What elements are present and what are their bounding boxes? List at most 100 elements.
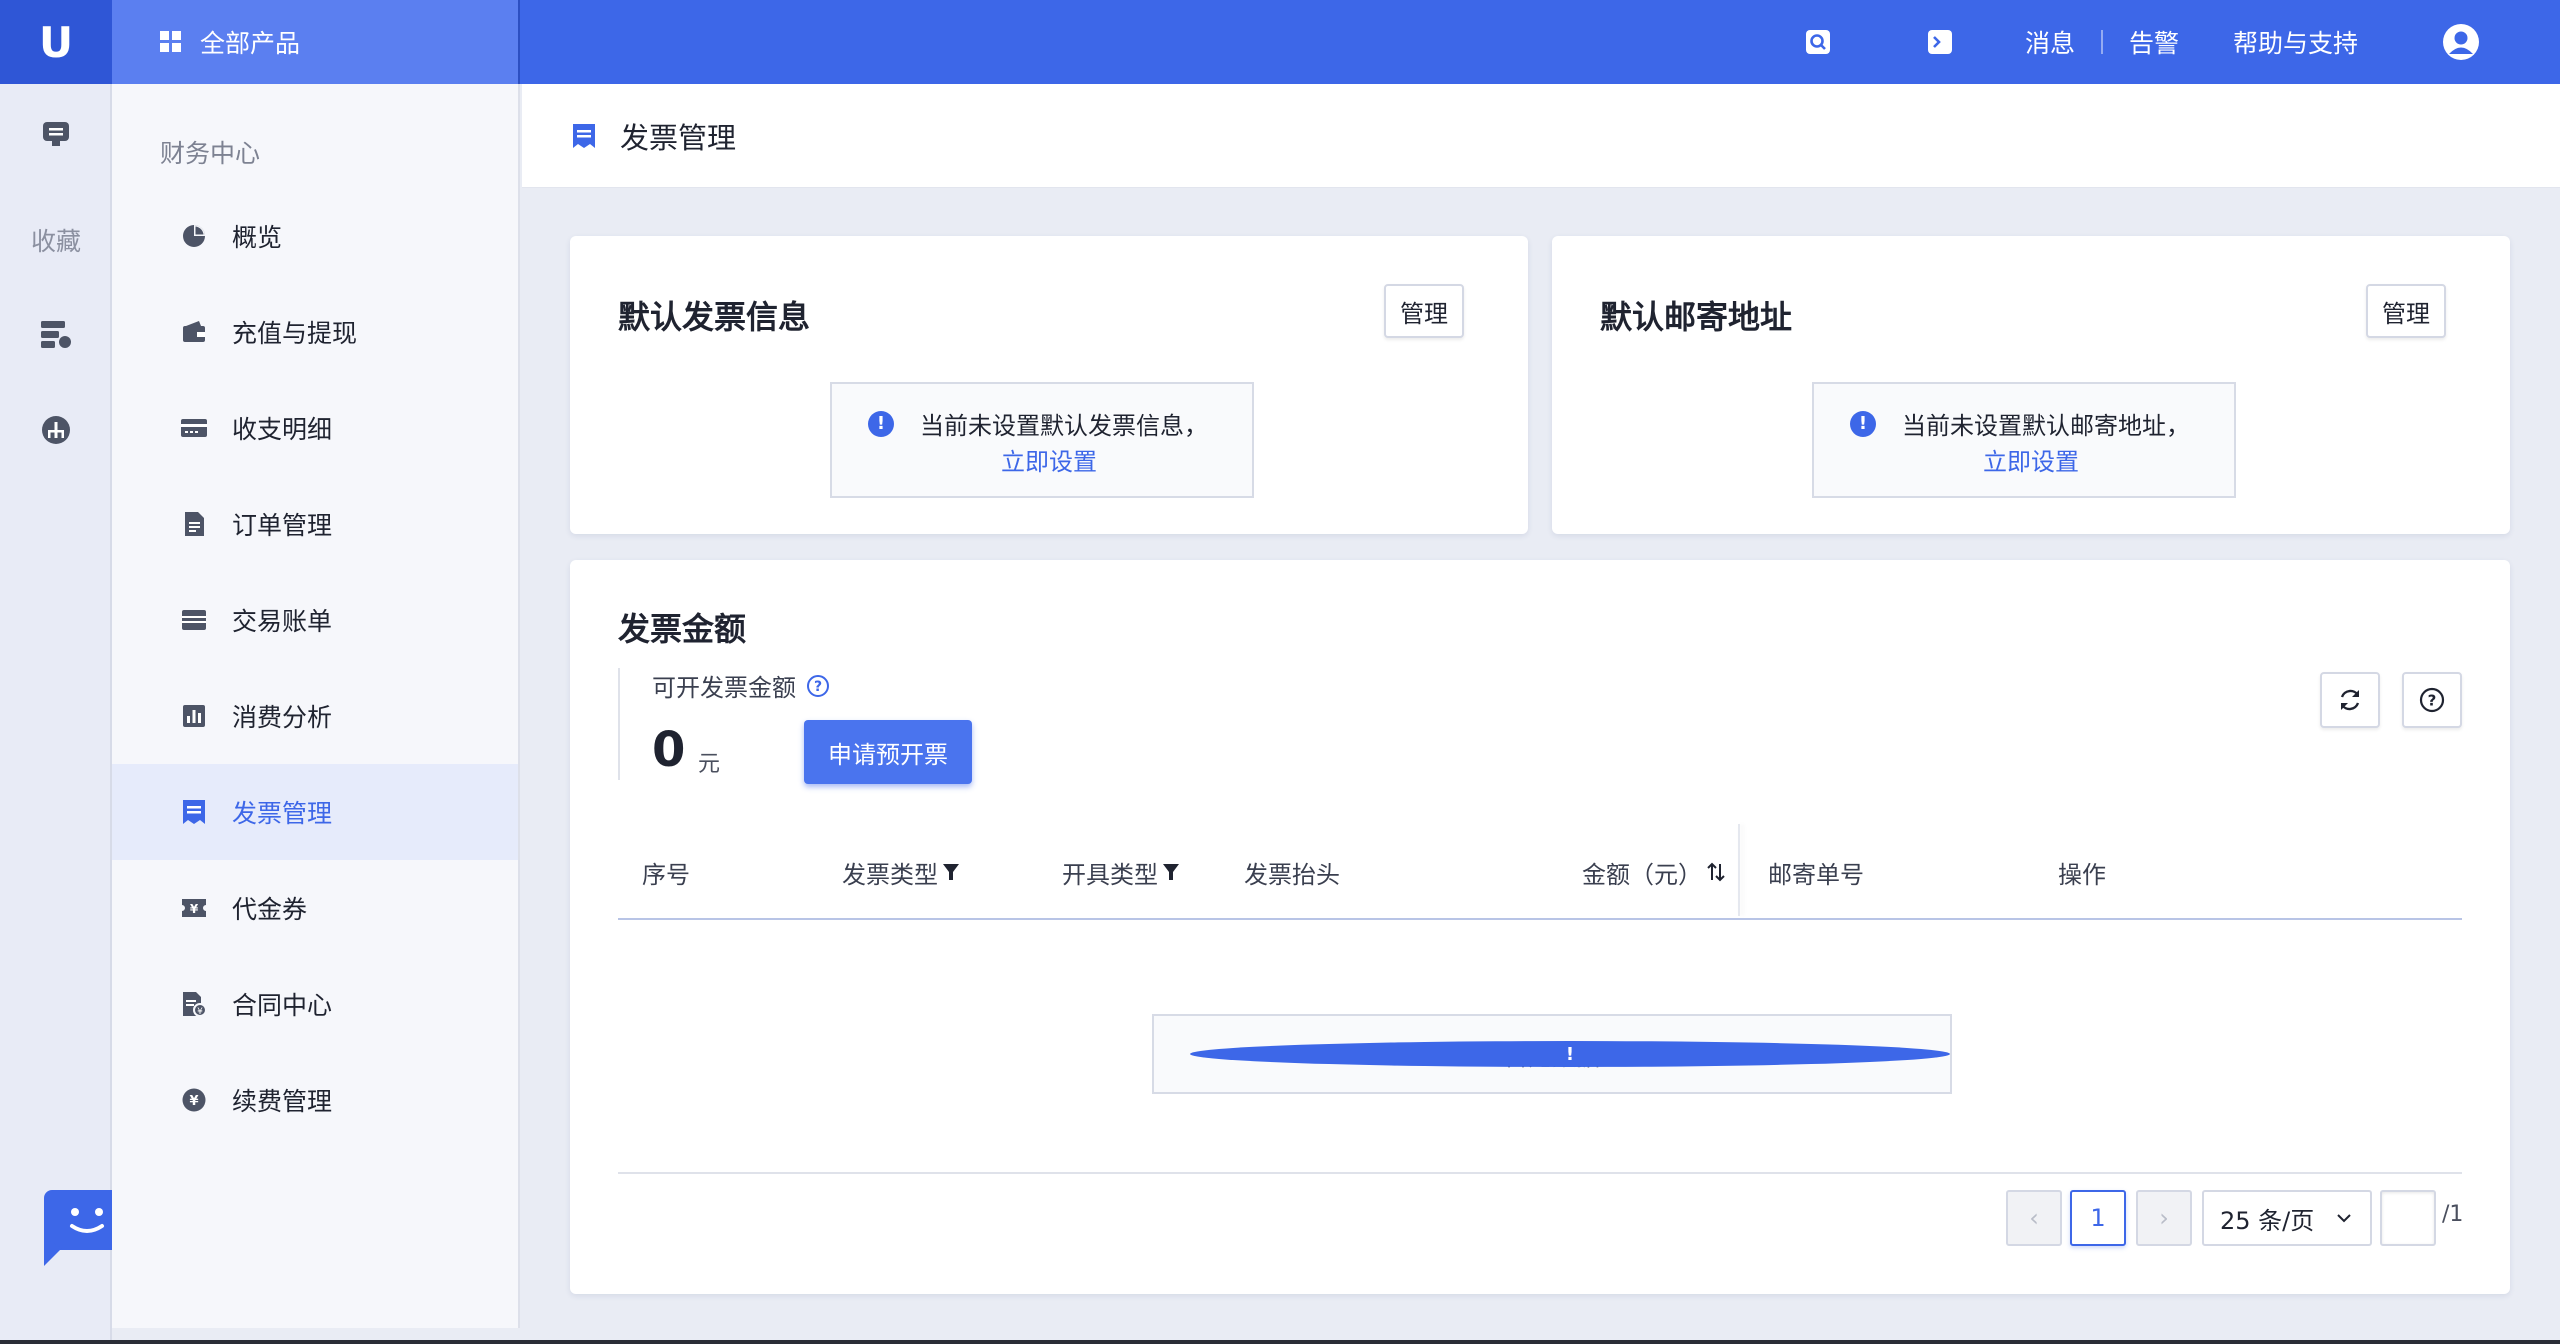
avatar-icon <box>2443 24 2479 60</box>
page-size-value: 25 条/页 <box>2220 1206 2315 1235</box>
bill-icon <box>182 610 206 630</box>
left-rail: 收藏 <box>0 84 130 1344</box>
rail-network-button[interactable] <box>0 414 112 446</box>
col-tracking-number: 邮寄单号 <box>1768 860 1864 889</box>
filter-icon[interactable] <box>1162 862 1180 882</box>
rail-server-button[interactable] <box>0 318 112 350</box>
card-title: 默认发票信息 <box>618 298 811 336</box>
logo-text: U <box>38 17 74 67</box>
col-amount[interactable]: 金额（元） <box>1582 824 1726 920</box>
logo[interactable]: U <box>0 0 112 84</box>
voucher-icon: ¥ <box>182 899 206 917</box>
card-title: 发票金额 <box>618 610 747 648</box>
all-products-label: 全部产品 <box>200 29 301 58</box>
svg-text:?: ? <box>814 679 822 695</box>
sort-icon[interactable] <box>1706 860 1726 884</box>
rail-favorites[interactable]: 收藏 <box>0 222 112 258</box>
yen-circle-icon: ¥ <box>182 1088 206 1112</box>
help-link[interactable]: 帮助与支持 <box>2233 24 2358 60</box>
search-icon <box>1805 30 1830 54</box>
default-address-card: 默认邮寄地址 管理 ! 当前未设置默认邮寄地址， 立即设置 <box>1552 236 2510 534</box>
divider <box>2100 30 2103 54</box>
next-page-button[interactable]: › <box>2136 1190 2192 1246</box>
server-cloud-icon <box>41 321 71 348</box>
col-issue-type[interactable]: 开具类型 <box>1062 824 1180 920</box>
svg-text:¥: ¥ <box>190 902 199 916</box>
network-icon <box>42 416 70 444</box>
search-button[interactable] <box>1805 29 1831 55</box>
default-invoice-card: 默认发票信息 管理 ! 当前未设置默认发票信息， 立即设置 <box>570 236 1528 534</box>
console-button[interactable] <box>1927 29 1953 55</box>
rail-message-button[interactable] <box>0 118 112 150</box>
col-index: 序号 <box>642 860 690 889</box>
svg-text:¥: ¥ <box>189 1094 198 1109</box>
help-button[interactable]: ? <box>2402 672 2462 728</box>
sidebar-item-recharge[interactable]: 充值与提现 <box>112 284 518 380</box>
notice-text: 当前未设置默认发票信息， <box>920 412 1208 440</box>
page-1-button[interactable]: 1 <box>2070 1190 2126 1246</box>
wallet-icon <box>183 321 205 342</box>
sidebar-section-title: 财务中心 <box>160 139 261 168</box>
sidebar-item-label: 代金券 <box>232 895 308 924</box>
pie-chart-icon <box>183 225 205 247</box>
col-invoice-title: 发票抬头 <box>1244 860 1340 889</box>
bar-chart-icon <box>183 705 205 727</box>
terminal-icon <box>1927 30 1952 54</box>
empty-state: ! 暂无数据 <box>1152 1014 1952 1094</box>
refresh-button[interactable] <box>2320 672 2380 728</box>
address-notice: ! 当前未设置默认邮寄地址， 立即设置 <box>1812 382 2236 498</box>
bottom-border <box>0 1340 2560 1344</box>
manage-invoice-button[interactable]: 管理 <box>1384 284 1464 338</box>
col-invoice-type[interactable]: 发票类型 <box>842 824 960 920</box>
total-pages: /1 <box>2442 1202 2464 1227</box>
sidebar-item-analysis[interactable]: 消费分析 <box>112 668 518 764</box>
invoice-amount-card: 发票金额 可开发票金额 ? 0 元 申请预开票 ? 序号 发票类型 开具类型 发… <box>570 560 2510 1294</box>
prev-page-button[interactable]: ‹ <box>2006 1190 2062 1246</box>
filter-icon[interactable] <box>942 862 960 882</box>
manage-address-button[interactable]: 管理 <box>2366 284 2446 338</box>
page-header: 发票管理 <box>522 84 2560 188</box>
page-size-select[interactable]: 25 条/页 <box>2202 1190 2372 1246</box>
set-address-link[interactable]: 立即设置 <box>1814 442 2234 477</box>
svg-text:¥: ¥ <box>197 1007 203 1017</box>
top-bar: U 全部产品 消息 告警 帮助与支持 <box>0 0 2560 84</box>
sidebar-item-label: 充值与提现 <box>232 319 358 348</box>
help-circle-icon[interactable]: ? <box>806 674 830 698</box>
invoice-notice: ! 当前未设置默认发票信息， 立即设置 <box>830 382 1254 498</box>
info-icon: ! <box>1190 1041 1950 1067</box>
table-header: 序号 发票类型 开具类型 发票抬头 金额（元） 邮寄单号 操作 <box>618 824 2462 920</box>
col-label: 开具类型 <box>1062 860 1158 889</box>
sidebar-item-label: 收支明细 <box>232 415 333 444</box>
sidebar-item-voucher[interactable]: ¥ 代金券 <box>112 860 518 956</box>
question-icon: ? <box>2419 687 2445 713</box>
finance-sidebar: 财务中心 概览 充值与提现 收支明细 订单管理 交易账单 消费分析 发票管理 ¥… <box>112 84 520 1328</box>
sidebar-item-label: 消费分析 <box>232 703 333 732</box>
info-icon: ! <box>868 410 894 437</box>
alerts-link[interactable]: 告警 <box>2129 24 2179 60</box>
svg-text:?: ? <box>2428 692 2437 710</box>
sidebar-item-label: 概览 <box>232 223 283 252</box>
contract-icon: ¥ <box>183 992 207 1017</box>
sidebar-item-invoice[interactable]: 发票管理 <box>112 764 518 860</box>
sidebar-item-label: 发票管理 <box>232 799 333 828</box>
sidebar-item-contract[interactable]: ¥ 合同中心 <box>112 956 518 1052</box>
set-invoice-link[interactable]: 立即设置 <box>832 442 1252 477</box>
apply-preinvoice-button[interactable]: 申请预开票 <box>804 720 972 784</box>
amount-block: 可开发票金额 ? 0 元 申请预开票 <box>618 668 972 784</box>
sidebar-item-overview[interactable]: 概览 <box>112 188 518 284</box>
sidebar-item-bills[interactable]: 交易账单 <box>112 572 518 668</box>
sidebar-item-transactions[interactable]: 收支明细 <box>112 380 518 476</box>
user-avatar[interactable] <box>2442 23 2480 61</box>
sidebar-item-label: 订单管理 <box>232 511 333 540</box>
sidebar-item-label: 续费管理 <box>232 1087 333 1116</box>
invoice-icon <box>573 123 595 148</box>
col-label: 发票类型 <box>842 860 938 889</box>
messages-link[interactable]: 消息 <box>2025 24 2075 60</box>
amount-label: 可开发票金额 <box>652 674 796 702</box>
page-jump-input[interactable] <box>2380 1190 2436 1246</box>
sidebar-item-orders[interactable]: 订单管理 <box>112 476 518 572</box>
sidebar-item-renewal[interactable]: ¥ 续费管理 <box>112 1052 518 1148</box>
all-products-button[interactable]: 全部产品 <box>112 0 520 84</box>
grid-icon <box>160 31 181 52</box>
info-icon: ! <box>1850 410 1876 437</box>
